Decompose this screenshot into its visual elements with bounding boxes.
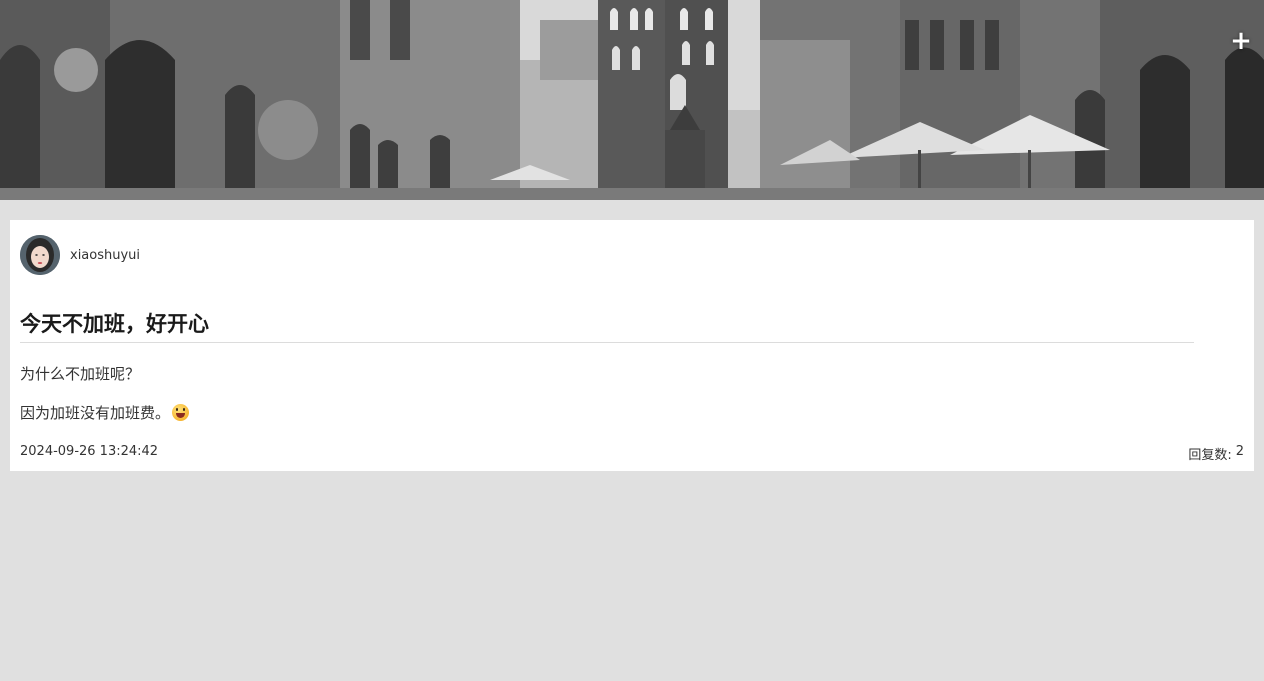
header-banner-image: + <box>0 0 1264 200</box>
reply-count-value: 2 <box>1235 444 1244 459</box>
post-author[interactable]: xiaoshuyui <box>20 235 140 275</box>
author-username[interactable]: xiaoshuyui <box>70 248 140 263</box>
post-paragraph-text: 为什么不加班呢？ <box>20 365 141 383</box>
reply-count[interactable]: 回复数: 2 <box>1188 444 1244 463</box>
post-card[interactable]: xiaoshuyui 今天不加班，好开心 为什么不加班呢？ 因为加班没有加班费。… <box>10 220 1254 471</box>
post-paragraph: 为什么不加班呢？ <box>20 363 140 384</box>
post-title: 今天不加班，好开心 <box>20 308 1194 343</box>
city-street-illustration <box>0 0 1264 200</box>
reply-count-label: 回复数: <box>1188 448 1232 463</box>
avatar[interactable] <box>20 235 60 275</box>
post-paragraph: 因为加班没有加班费。 <box>20 402 190 423</box>
grinning-face-emoji-icon <box>172 404 190 421</box>
post-paragraph-text: 因为加班没有加班费。 <box>20 404 171 422</box>
avatar-image <box>20 235 60 275</box>
add-post-button[interactable]: + <box>1228 28 1254 54</box>
post-date: 2024-09-26 13:24:42 <box>20 444 159 459</box>
